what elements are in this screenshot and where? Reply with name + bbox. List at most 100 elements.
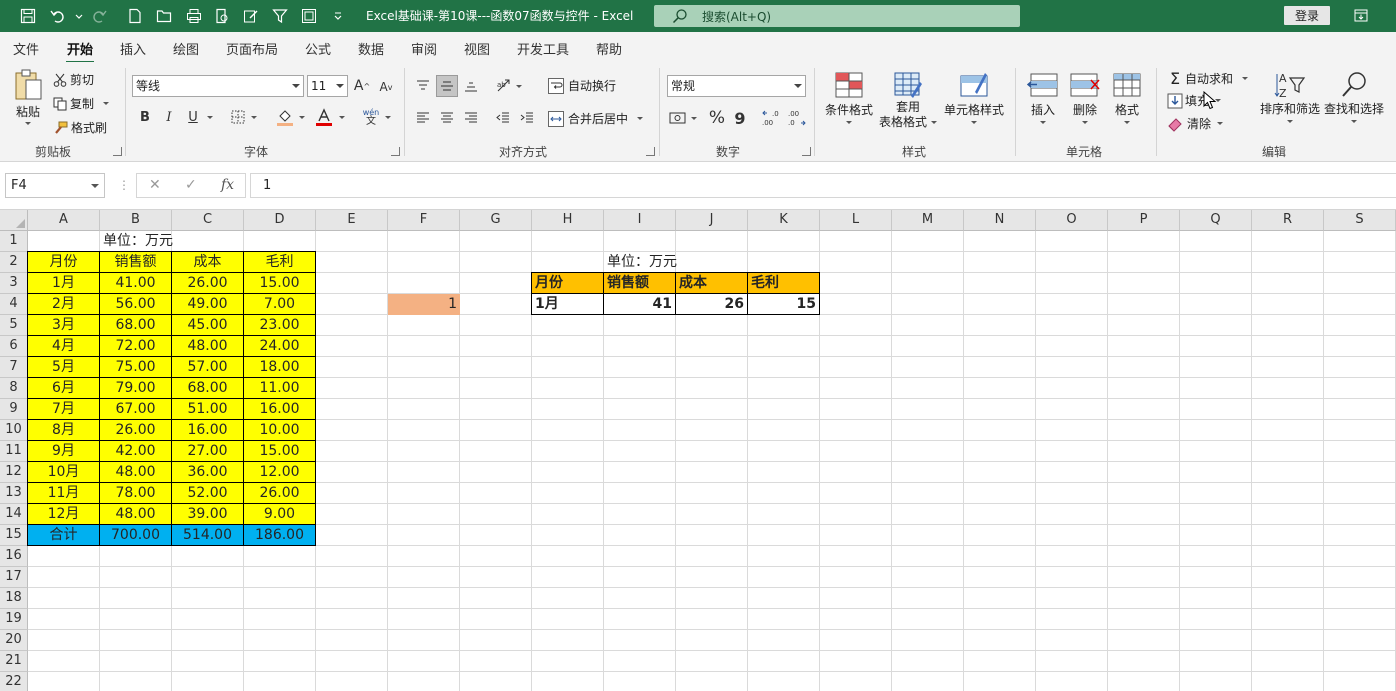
tab-draw[interactable]: 绘图 [173,39,199,58]
column-header-p[interactable]: P [1108,210,1180,231]
table-cell[interactable]: 68.00 [100,315,172,336]
font-color-icon[interactable] [314,107,334,127]
table-cell[interactable]: 48.00 [100,504,172,525]
total-cell[interactable]: 合计 [28,525,100,546]
formula-bar-resize-handle[interactable]: ⋮ [118,178,130,192]
decrease-font-icon[interactable]: Av [376,77,396,97]
search-box[interactable]: 搜索(Alt+Q) [654,5,1020,27]
row-header-2[interactable]: 2 [0,252,28,273]
tab-file[interactable]: 文件 [13,39,39,58]
table-header-cell[interactable]: 成本 [172,252,244,273]
table-header-cell[interactable]: 月份 [28,252,100,273]
table-cell[interactable]: 48.00 [100,462,172,483]
name-box[interactable]: F4 [5,173,105,198]
table-cell[interactable]: 68.00 [172,378,244,399]
alignment-launcher-icon[interactable] [646,147,655,156]
column-header-d[interactable]: D [244,210,316,231]
tab-home[interactable]: 开始 [65,39,95,64]
font-name-dropdown[interactable]: 等线 [132,75,304,97]
table-cell[interactable]: 41.00 [100,273,172,294]
table-cell[interactable]: 16.00 [244,399,316,420]
table-cell[interactable]: 9月 [28,441,100,462]
align-right-icon[interactable] [461,108,481,128]
column-header-r[interactable]: R [1252,210,1324,231]
row-header-4[interactable]: 4 [0,294,28,315]
row-header-11[interactable]: 11 [0,441,28,462]
increase-font-icon[interactable]: A ^ [352,76,372,96]
cell-styles-button[interactable]: 单元格样式 [941,72,1007,124]
table-cell[interactable]: 36.00 [172,462,244,483]
select-all-button[interactable] [0,210,28,231]
currency-dropdown-icon[interactable] [689,108,699,128]
italic-button[interactable]: I [160,108,178,126]
decrease-indent-icon[interactable] [493,108,513,128]
table-cell[interactable]: 15.00 [244,273,316,294]
column-header-n[interactable]: N [964,210,1036,231]
decrease-decimal-icon[interactable]: .00.0 [785,107,807,129]
undo-dropdown-icon[interactable] [68,5,90,27]
number-launcher-icon[interactable] [802,147,811,156]
column-header-e[interactable]: E [316,210,388,231]
font-launcher-icon[interactable] [391,147,400,156]
table-cell[interactable]: 78.00 [100,483,172,504]
row-header-8[interactable]: 8 [0,378,28,399]
tab-help[interactable]: 帮助 [596,39,622,58]
row-header-9[interactable]: 9 [0,399,28,420]
lookup-result-cell[interactable]: 26 [676,294,748,315]
row-header-5[interactable]: 5 [0,315,28,336]
form-icon[interactable] [298,5,320,27]
table-cell[interactable]: 75.00 [100,357,172,378]
sort-filter-button[interactable]: AZ 排序和筛选 [1257,70,1323,123]
clipboard-launcher-icon[interactable] [113,147,122,156]
total-cell[interactable]: 700.00 [100,525,172,546]
conditional-formatting-button[interactable]: 条件格式 [823,72,875,124]
row-header-14[interactable]: 14 [0,504,28,525]
table-cell[interactable]: 56.00 [100,294,172,315]
delete-cells-button[interactable]: 删除 [1066,72,1104,124]
format-cells-button[interactable]: 格式 [1108,72,1146,124]
table-cell[interactable]: 8月 [28,420,100,441]
login-button[interactable]: 登录 [1284,6,1330,25]
insert-function-icon[interactable]: fx [221,177,234,193]
font-size-dropdown[interactable]: 11 [307,75,348,97]
table-cell[interactable]: 57.00 [172,357,244,378]
align-bottom-icon[interactable] [461,76,481,96]
underline-dropdown-icon[interactable] [204,108,216,126]
align-middle-icon[interactable] [436,75,458,97]
filter-icon[interactable] [269,5,291,27]
column-header-h[interactable]: H [532,210,604,231]
lookup-result-cell[interactable]: 1月 [532,294,604,315]
font-color-dropdown-icon[interactable] [336,108,348,126]
print-icon[interactable] [183,5,205,27]
table-cell[interactable]: 51.00 [172,399,244,420]
borders-dropdown-icon[interactable] [248,108,260,126]
table-cell[interactable]: 79.00 [100,378,172,399]
table-cell[interactable]: 6月 [28,378,100,399]
row-header-15[interactable]: 15 [0,525,28,546]
row-header-6[interactable]: 6 [0,336,28,357]
table-cell[interactable]: 48.00 [172,336,244,357]
column-header-m[interactable]: M [892,210,964,231]
table-cell[interactable]: 12月 [28,504,100,525]
align-left-icon[interactable] [413,108,433,128]
tab-data[interactable]: 数据 [358,39,384,58]
redo-icon[interactable] [88,5,110,27]
phonetic-icon[interactable]: wén 文 [360,106,382,128]
lookup-header-cell[interactable]: 毛利 [748,273,820,294]
undo-icon[interactable] [47,5,69,27]
row-header-10[interactable]: 10 [0,420,28,441]
table-cell[interactable]: 15.00 [244,441,316,462]
customize-qat-icon[interactable] [327,5,349,27]
column-header-s[interactable]: S [1324,210,1396,231]
table-cell[interactable]: 18.00 [244,357,316,378]
tab-review[interactable]: 审阅 [411,39,437,58]
row-header-1[interactable]: 1 [0,231,28,252]
table-cell[interactable]: 5月 [28,357,100,378]
table-cell[interactable]: 39.00 [172,504,244,525]
column-header-c[interactable]: C [172,210,244,231]
paste-button[interactable]: 粘贴 [12,68,44,125]
table-cell[interactable]: 7.00 [244,294,316,315]
borders-icon[interactable] [229,108,247,126]
table-cell[interactable]: 16.00 [172,420,244,441]
merge-center-button[interactable]: 合并后居中 [548,110,644,127]
